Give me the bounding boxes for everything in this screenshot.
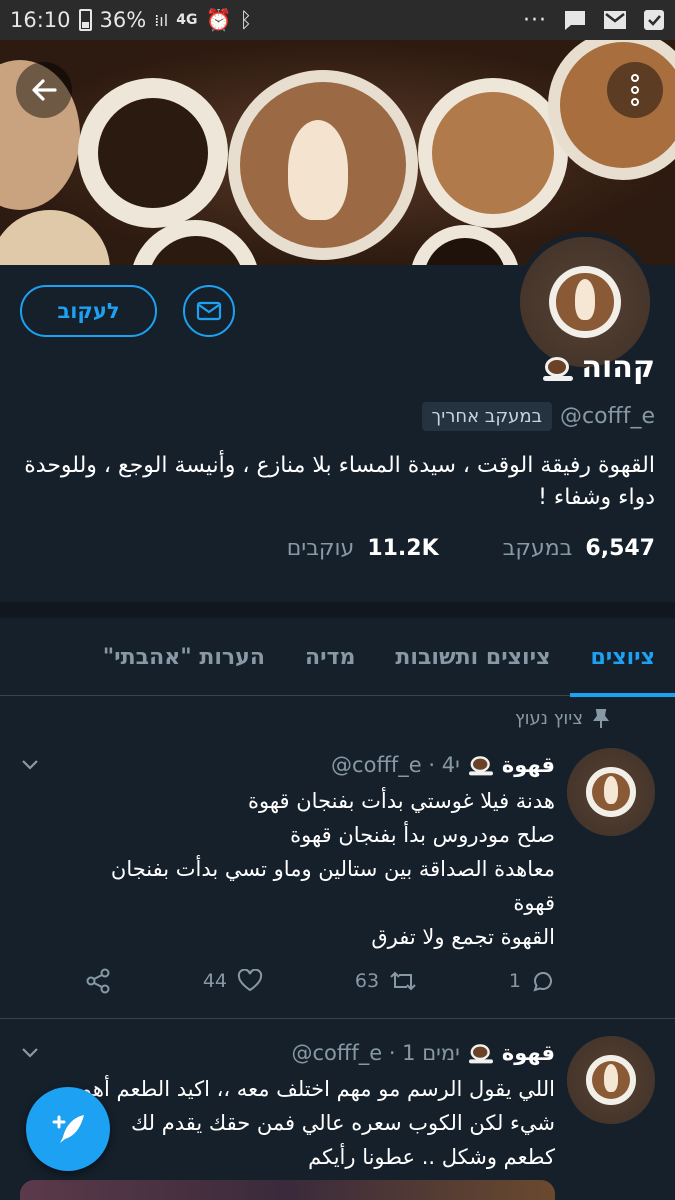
share-action[interactable] (85, 968, 111, 994)
follows-you-badge: במעקב אחריך (421, 402, 552, 431)
profile-name-row: קהוה (543, 350, 655, 385)
profile-header-image (0, 40, 675, 265)
compose-icon (52, 1115, 84, 1143)
coffee-emoji-icon (468, 755, 493, 776)
coffee-emoji-icon (468, 1043, 493, 1064)
profile-handle-row: @cofff_e במעקב אחריך (421, 402, 655, 431)
tweet-line: صلح مودروس بدأ بفنجان قهوة (290, 823, 555, 847)
like-action[interactable]: 44 (203, 969, 263, 993)
tweet-meta: @cofff_e · 4י (331, 753, 460, 777)
tweet-header: قهوة @cofff_e · 1 ימים (291, 1040, 555, 1066)
tab-tweets-replies[interactable]: ציוצים ותשובות (375, 618, 570, 696)
status-time: 16:10 (10, 8, 71, 32)
status-bar: 16:10 36% ⁞ıl 4G ⏰ ᛒ ··· (0, 0, 675, 40)
profile-stats: 6,547 במעקב 11.2K עוקבים (287, 536, 655, 561)
retweet-count: 63 (354, 970, 380, 992)
reply-action[interactable]: 1 (509, 969, 555, 993)
battery-percent: 36% (99, 8, 147, 32)
chat-notification-icon (563, 9, 587, 31)
followers-stat[interactable]: 11.2K עוקבים (287, 536, 439, 561)
tweet-line: اللي يقول الرسم مو مهم اختلف معه ،، اكيد… (78, 1077, 555, 1101)
tweet-header: قهوة @cofff_e · 4י (331, 752, 555, 778)
tweet-media-preview[interactable] (20, 1180, 555, 1200)
tab-likes[interactable]: הערות "אהבתי" (83, 618, 285, 696)
tweet-divider (0, 1018, 675, 1019)
tweet-avatar[interactable] (567, 1036, 655, 1124)
tweet-text: هدنة فيلا غوستي بدأت بفنجان قهوة صلح مود… (25, 784, 555, 954)
tweet-line: القهوة تجمع ولا تفرق (371, 925, 555, 949)
follow-button[interactable]: לעקוב (20, 285, 157, 337)
reply-icon (533, 972, 552, 992)
profile-handle: @cofff_e (560, 404, 655, 429)
tweet-author-name: قهوة (501, 753, 555, 777)
tweet-line: هدنة فيلا غوستي بدأت بفنجان قهوة (248, 789, 555, 813)
back-button[interactable] (16, 62, 72, 118)
following-label: במעקב (502, 536, 573, 561)
like-count: 44 (202, 970, 228, 992)
chevron-down-icon[interactable] (20, 1042, 40, 1062)
profile-tabs: ציוצים ציוצים ותשובות מדיה הערות "אהבתי" (0, 618, 675, 697)
share-icon (86, 968, 110, 994)
chevron-down-icon[interactable] (20, 754, 40, 774)
tweet-line: قهوة (513, 891, 555, 915)
compose-tweet-button[interactable] (26, 1087, 110, 1171)
followers-label: עוקבים (286, 536, 355, 561)
more-options-button[interactable] (607, 62, 663, 118)
retweet-icon (390, 971, 416, 991)
tweet-author-name: قهوة (501, 1041, 555, 1065)
reply-count: 1 (508, 970, 521, 992)
tweet-actions: 1 63 44 (85, 968, 555, 994)
coffee-emoji-icon (543, 355, 574, 381)
profile-name: קהוה (581, 350, 655, 385)
more-vertical-icon (631, 74, 639, 82)
following-stat[interactable]: 6,547 במעקב (503, 536, 655, 561)
battery-icon (78, 9, 92, 31)
tab-media[interactable]: מדיה (285, 618, 375, 696)
following-count: 6,547 (585, 536, 655, 561)
pinned-tweet-label: ציוץ נעוץ (515, 708, 609, 729)
tweet-line: معاهدة الصداقة بين ستالين وماو تسي بدأت … (110, 857, 555, 881)
network-type: 4G (176, 12, 198, 28)
tweet-meta: @cofff_e · 1 ימים (291, 1041, 460, 1065)
pinned-text: ציוץ נעוץ (514, 708, 583, 729)
bluetooth-icon: ᛒ (239, 8, 253, 32)
tab-tweets[interactable]: ציוצים (570, 618, 675, 697)
gmail-notification-icon (603, 10, 627, 30)
status-more-dots: ··· (523, 7, 547, 33)
mail-icon (196, 301, 222, 321)
profile-bio: القهوة رفيقة الوقت ، سيدة المساء بلا منا… (24, 453, 655, 510)
check-notification-icon (643, 9, 665, 31)
section-separator (0, 602, 675, 618)
message-button[interactable] (183, 285, 235, 337)
back-arrow-icon (32, 79, 57, 101)
alarm-icon: ⏰ (205, 7, 232, 32)
pin-icon (593, 708, 609, 728)
signal-icon: ⁞ıl (154, 10, 169, 30)
tweet-avatar[interactable] (567, 748, 655, 836)
retweet-action[interactable]: 63 (355, 969, 417, 993)
followers-count: 11.2K (367, 536, 439, 561)
like-icon (237, 969, 263, 992)
